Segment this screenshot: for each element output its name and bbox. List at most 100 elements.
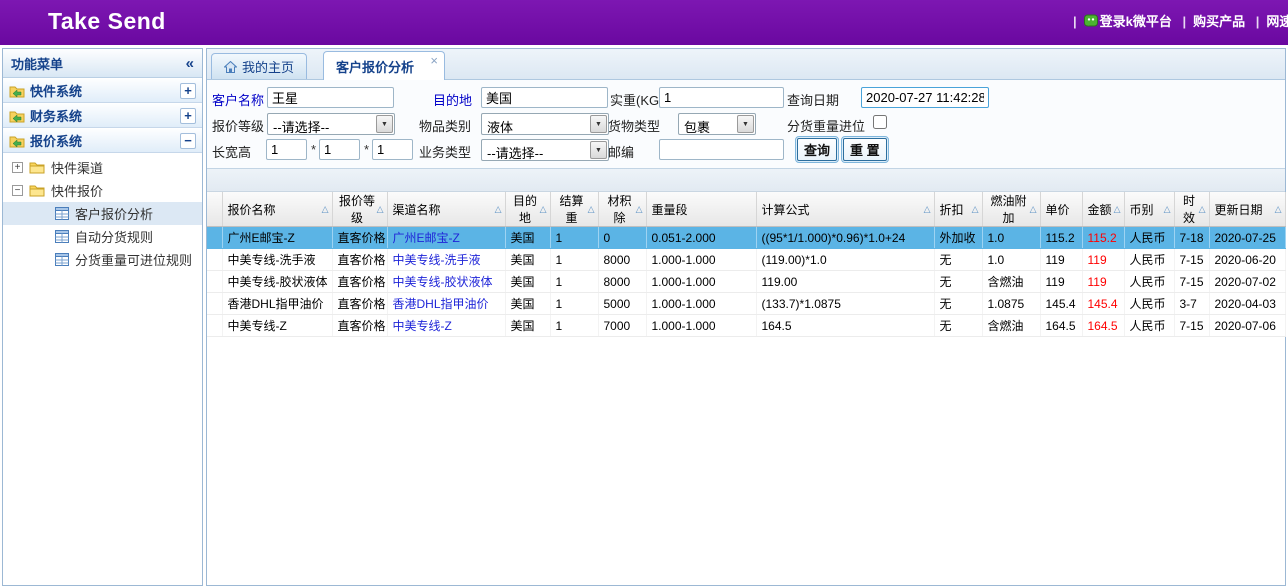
login-kwei-link[interactable]: 登录k微平台 (1100, 14, 1172, 29)
sidebar-section-finance-system[interactable]: 财务系统 + (3, 103, 202, 128)
cell-currency: 人民币 (1124, 293, 1174, 315)
tree-node-express-quote[interactable]: − 快件报价 (3, 179, 202, 202)
cell-discount: 无 (934, 249, 982, 271)
col-destination[interactable]: 目的地△ (505, 192, 550, 227)
actual-weight-label: 实重(KG) (610, 90, 663, 109)
cell-quote-level: 直客价格 (332, 271, 387, 293)
expand-plus-icon[interactable]: + (180, 108, 196, 124)
cell-quote-level: 直客价格 (332, 249, 387, 271)
tab-strip: 我的主页 客户报价分析 × (207, 49, 1285, 80)
query-button[interactable]: 查询 (795, 136, 839, 163)
close-tab-icon[interactable]: × (430, 54, 438, 67)
table-row[interactable]: 广州E邮宝-Z 直客价格 广州E邮宝-Z 美国 1 0 0.051-2.000 … (207, 227, 1285, 249)
expand-plus-icon[interactable]: + (180, 83, 196, 99)
cell-settle-weight: 1 (550, 315, 598, 337)
cell-settle-weight: 1 (550, 227, 598, 249)
query-date-input[interactable] (861, 87, 989, 108)
col-unit-price[interactable]: 单价 (1040, 192, 1082, 227)
postcode-input[interactable] (659, 139, 784, 160)
cell-amount: 115.2 (1082, 227, 1124, 249)
customer-name-label: 客户名称 (212, 90, 264, 109)
actual-weight-input[interactable] (659, 87, 784, 108)
channel-link[interactable]: 香港DHL指甲油价 (393, 297, 489, 311)
chevron-down-icon[interactable]: ▼ (590, 115, 607, 133)
cell-destination: 美国 (505, 271, 550, 293)
table-row[interactable]: 中美专线-Z 直客价格 中美专线-Z 美国 1 7000 1.000-1.000… (207, 315, 1285, 337)
customer-name-input[interactable] (267, 87, 394, 108)
cell-aging: 3-7 (1174, 293, 1209, 315)
destination-input[interactable] (481, 87, 608, 108)
chevron-down-icon[interactable]: ▼ (376, 115, 393, 133)
tab-label: 客户报价分析 (336, 57, 414, 76)
grid-icon (55, 207, 69, 220)
cargo-type-select[interactable]: 包裹 ▼ (678, 113, 756, 135)
width-input[interactable] (319, 139, 360, 160)
cell-channel: 广州E邮宝-Z (387, 227, 505, 249)
folder-icon (29, 161, 45, 174)
channel-link[interactable]: 中美专线-Z (393, 319, 452, 333)
cell-destination: 美国 (505, 227, 550, 249)
col-quote-level[interactable]: 报价等级△ (332, 192, 387, 227)
height-input[interactable] (372, 139, 413, 160)
cell-unit-price: 145.4 (1040, 293, 1082, 315)
cell-volume-divisor: 0 (598, 227, 646, 249)
tab-customer-quote-analysis[interactable]: 客户报价分析 × (323, 51, 445, 80)
col-discount[interactable]: 折扣△ (934, 192, 982, 227)
chevron-down-icon[interactable]: ▼ (590, 141, 607, 159)
table-row[interactable]: 中美专线-洗手液 直客价格 中美专线-洗手液 美国 1 8000 1.000-1… (207, 249, 1285, 271)
tree-collapse-icon[interactable]: − (12, 185, 23, 196)
col-aging[interactable]: 时效△ (1174, 192, 1209, 227)
cell-fuel-surcharge: 1.0 (982, 249, 1040, 271)
col-formula[interactable]: 计算公式△ (756, 192, 934, 227)
sidebar: 功能菜单 « 快件系统 + 财务系统 + 报价系统 − + 快件渠道 − 快件报… (2, 48, 203, 586)
tree-leaf-auto-split-rule[interactable]: 自动分货规则 (3, 225, 202, 248)
cell-unit-price: 164.5 (1040, 315, 1082, 337)
cell-currency: 人民币 (1124, 249, 1174, 271)
collapse-minus-icon[interactable]: − (180, 133, 196, 149)
col-update-date[interactable]: 更新日期△ (1209, 192, 1285, 227)
cell-volume-divisor: 7000 (598, 315, 646, 337)
col-currency[interactable]: 币别△ (1124, 192, 1174, 227)
split-weight-carry-checkbox[interactable] (873, 115, 887, 129)
sidebar-section-quote-system[interactable]: 报价系统 − (3, 128, 202, 153)
reset-button[interactable]: 重 置 (841, 136, 889, 163)
cell-quote-name: 中美专线-洗手液 (222, 249, 332, 271)
tree-leaf-split-weight-carry-rule[interactable]: 分货重量可进位规则 (3, 248, 202, 271)
cell-aging: 7-15 (1174, 315, 1209, 337)
sidebar-section-express-system[interactable]: 快件系统 + (3, 78, 202, 103)
col-volume-divisor[interactable]: 材积除△ (598, 192, 646, 227)
quote-level-select[interactable]: --请选择-- ▼ (267, 113, 395, 135)
col-settle-weight[interactable]: 结算重△ (550, 192, 598, 227)
item-category-select[interactable]: 液体 ▼ (481, 113, 609, 135)
col-fuel-surcharge[interactable]: 燃油附加△ (982, 192, 1040, 227)
tree-leaf-customer-quote-analysis[interactable]: 客户报价分析 (3, 202, 202, 225)
buy-product-link[interactable]: 购买产品 (1193, 14, 1245, 29)
sort-asc-icon: △ (322, 205, 329, 214)
business-type-select[interactable]: --请选择-- ▼ (481, 139, 609, 161)
col-channel-name[interactable]: 渠道名称△ (387, 192, 505, 227)
speed-test-link[interactable]: 网速测试 (1266, 14, 1288, 29)
cell-update-date: 2020-07-25 (1209, 227, 1285, 249)
folder-arrow-icon (9, 84, 25, 98)
cell-settle-weight: 1 (550, 293, 598, 315)
cell-fuel-surcharge: 含燃油 (982, 315, 1040, 337)
col-quote-name[interactable]: 报价名称△ (222, 192, 332, 227)
channel-link[interactable]: 广州E邮宝-Z (393, 231, 460, 245)
collapse-sidebar-icon[interactable]: « (186, 55, 194, 72)
channel-link[interactable]: 中美专线-胶状液体 (393, 275, 493, 289)
tab-my-homepage[interactable]: 我的主页 (211, 53, 307, 79)
chevron-down-icon[interactable]: ▼ (737, 115, 754, 133)
sort-asc-icon: △ (1164, 205, 1171, 214)
col-amount[interactable]: 金额△ (1082, 192, 1124, 227)
tree-expand-icon[interactable]: + (12, 162, 23, 173)
home-icon (224, 61, 237, 73)
grid-icon (55, 253, 69, 266)
sort-asc-icon: △ (1275, 205, 1282, 214)
section-label: 报价系统 (30, 131, 180, 150)
table-row[interactable]: 香港DHL指甲油价 直客价格 香港DHL指甲油价 美国 1 5000 1.000… (207, 293, 1285, 315)
table-row[interactable]: 中美专线-胶状液体 直客价格 中美专线-胶状液体 美国 1 8000 1.000… (207, 271, 1285, 293)
tree-node-express-channel[interactable]: + 快件渠道 (3, 156, 202, 179)
channel-link[interactable]: 中美专线-洗手液 (393, 253, 481, 267)
col-weight-range[interactable]: 重量段 (646, 192, 756, 227)
length-input[interactable] (266, 139, 307, 160)
